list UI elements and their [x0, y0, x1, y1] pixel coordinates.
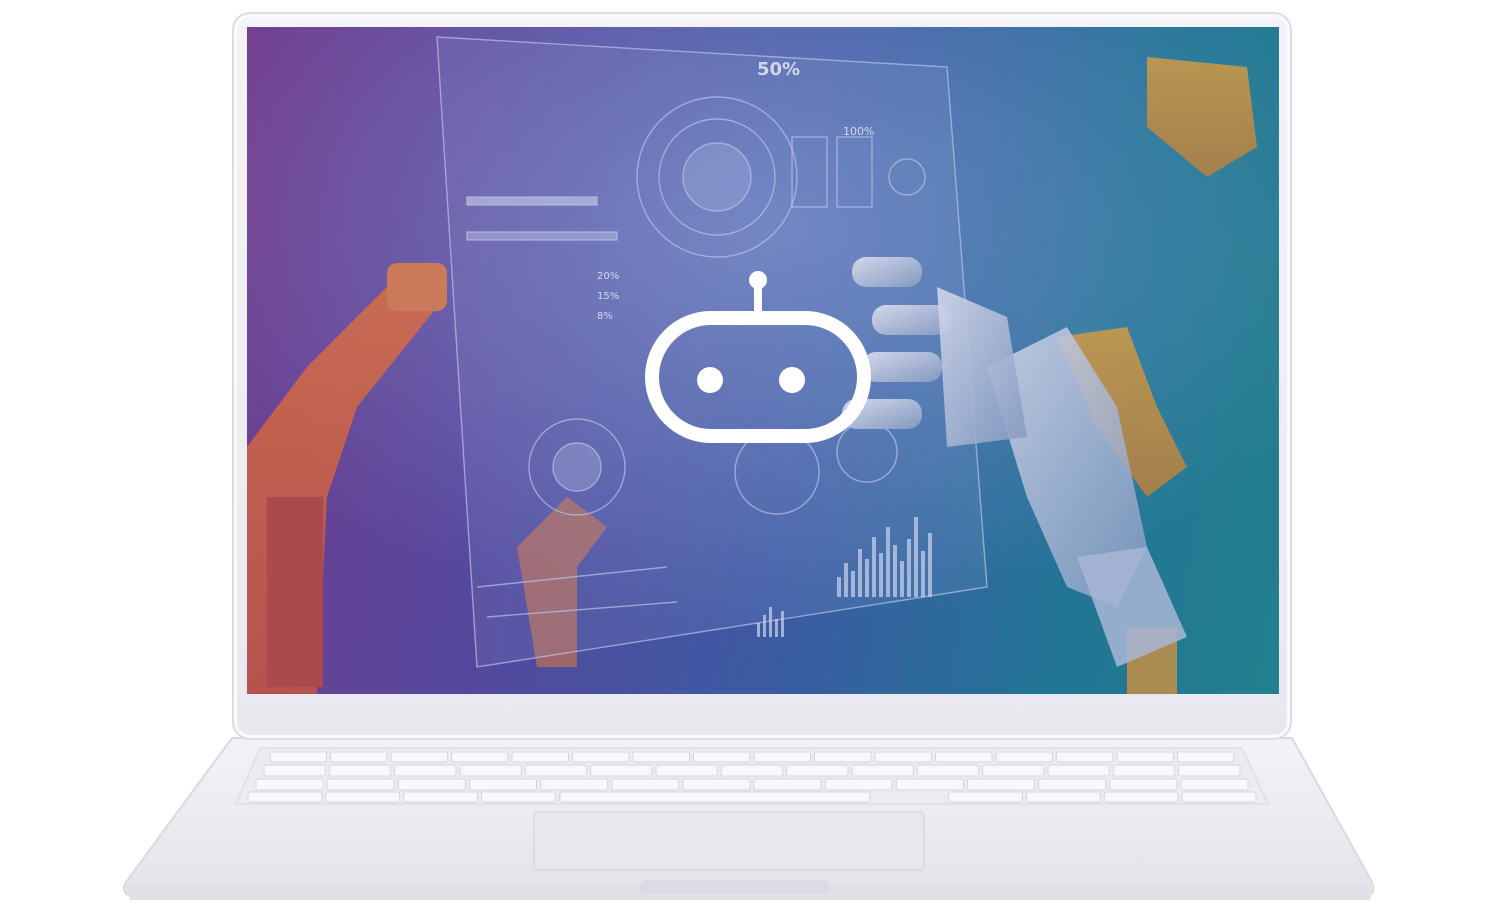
laptop-screen: 50% 100% 20% 15% 8%: [247, 27, 1279, 694]
keyboard-key: [511, 751, 569, 763]
keyboard-key: [814, 751, 872, 763]
keyboard-key: [403, 791, 479, 803]
keyboard-key: [693, 751, 751, 763]
keyboard-key: [1103, 791, 1179, 803]
keyboard-key: [397, 778, 466, 791]
keyboard-key: [824, 778, 893, 791]
keyboard-key: [1116, 751, 1174, 763]
keyboard-key: [753, 751, 811, 763]
keyboard-key: [255, 778, 324, 791]
keyboard-key: [753, 778, 822, 791]
keyboard-key: [269, 751, 327, 763]
keyboard-key: [459, 764, 522, 777]
keyboard-key: [1178, 764, 1241, 777]
keyboard-key: [1047, 764, 1110, 777]
keyboard-key: [611, 778, 680, 791]
keyboard-key: [326, 778, 395, 791]
laptop-illustration: 50% 100% 20% 15% 8%: [0, 0, 1500, 913]
keyboard-key: [655, 764, 718, 777]
keyboard-key: [590, 764, 653, 777]
keyboard-key: [540, 778, 609, 791]
keyboard-key: [851, 764, 914, 777]
keyboard-key: [451, 751, 509, 763]
keyboard-key: [874, 751, 932, 763]
keyboard-key: [1026, 791, 1101, 803]
keyboard-key: [786, 764, 849, 777]
keyboard-key: [247, 791, 323, 803]
keyboard-key: [995, 751, 1053, 763]
keyboard-key: [1056, 751, 1114, 763]
keyboard-key: [481, 791, 556, 803]
keyboard-key: [1038, 778, 1107, 791]
keyboard-key: [982, 764, 1045, 777]
keyboard-key: [468, 778, 537, 791]
keyboard-key: [330, 751, 388, 763]
keyboard-key: [632, 751, 690, 763]
keyboard-key: [720, 764, 784, 777]
keyboard-key: [263, 764, 326, 777]
keyboard-key: [1181, 791, 1257, 803]
keyboard-key: [966, 778, 1036, 791]
keyboard-key: [328, 764, 392, 777]
keyboard-key: [1180, 778, 1249, 791]
keyboard-key: [394, 764, 457, 777]
keyboard-key: [572, 751, 630, 763]
keyboard-key: [916, 764, 980, 777]
keyboard-key: [524, 764, 588, 777]
robot-head-icon: [645, 271, 871, 443]
keyboard-key: [895, 778, 964, 791]
keyboard-key: [948, 791, 1023, 803]
keyboard-key: [1109, 778, 1178, 791]
trackpad: [533, 811, 925, 871]
keyboard-key: [325, 791, 401, 803]
keyboard-key: [1112, 764, 1176, 777]
keyboard-key: [390, 751, 448, 763]
keyboard-key: [935, 751, 993, 763]
keyboard-key: [1177, 751, 1235, 763]
keyboard-key: [682, 778, 751, 791]
spacebar-key: [559, 791, 871, 803]
